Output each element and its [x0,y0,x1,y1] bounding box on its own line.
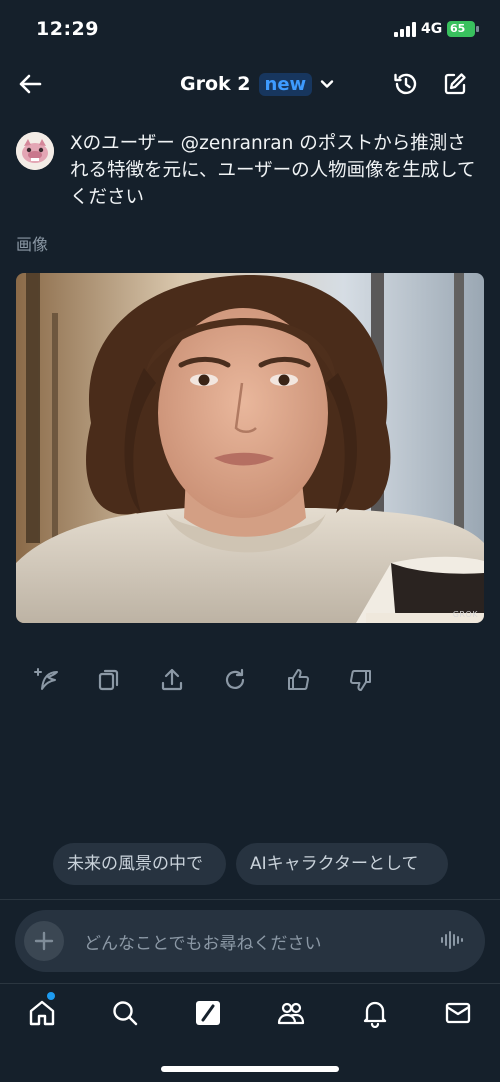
new-badge: new [258,72,313,96]
model-selector[interactable]: Grok 2 new [180,70,334,98]
voice-icon[interactable] [440,928,464,952]
battery-level: 65 [447,21,475,37]
back-arrow-icon[interactable] [16,70,44,98]
generated-image[interactable]: GROK [16,273,484,623]
user-avatar [16,132,54,170]
home-icon[interactable] [27,998,57,1028]
copy-icon[interactable] [96,667,122,693]
attach-button[interactable] [24,921,64,961]
message-input[interactable]: どんなことでもお尋ねください [84,929,322,954]
chevron-down-icon [320,80,334,88]
network-type: 4G [421,21,443,37]
image-label: 画像 [16,235,49,254]
divider [0,899,500,900]
messages-icon[interactable] [443,998,473,1028]
plus-icon [34,931,54,951]
search-icon[interactable] [110,998,140,1028]
divider [0,983,500,984]
suggestion-chip[interactable]: 未来の風景の中で [53,843,226,885]
sparkle-pen-icon[interactable] [34,667,60,693]
suggestion-chip[interactable]: AIキャラクターとして [236,843,448,885]
grok-icon[interactable] [193,998,223,1028]
notifications-icon[interactable] [360,998,390,1028]
battery-icon: 65 [447,21,479,37]
grok-watermark: GROK [452,610,478,619]
signal-icon [394,22,416,37]
regenerate-icon[interactable] [222,667,248,693]
status-time: 12:29 [36,18,99,40]
thumbs-down-icon[interactable] [348,667,374,693]
share-icon[interactable] [159,667,185,693]
history-icon[interactable] [392,70,420,98]
thumbs-up-icon[interactable] [285,667,311,693]
user-prompt: Xのユーザー @zenranran のポストから推測される特徴を元に、ユーザーの… [70,133,476,208]
new-chat-icon[interactable] [441,70,469,98]
model-title: Grok 2 [180,73,251,95]
communities-icon[interactable] [276,998,306,1028]
home-notification-dot [47,992,55,1000]
home-indicator [161,1066,339,1072]
